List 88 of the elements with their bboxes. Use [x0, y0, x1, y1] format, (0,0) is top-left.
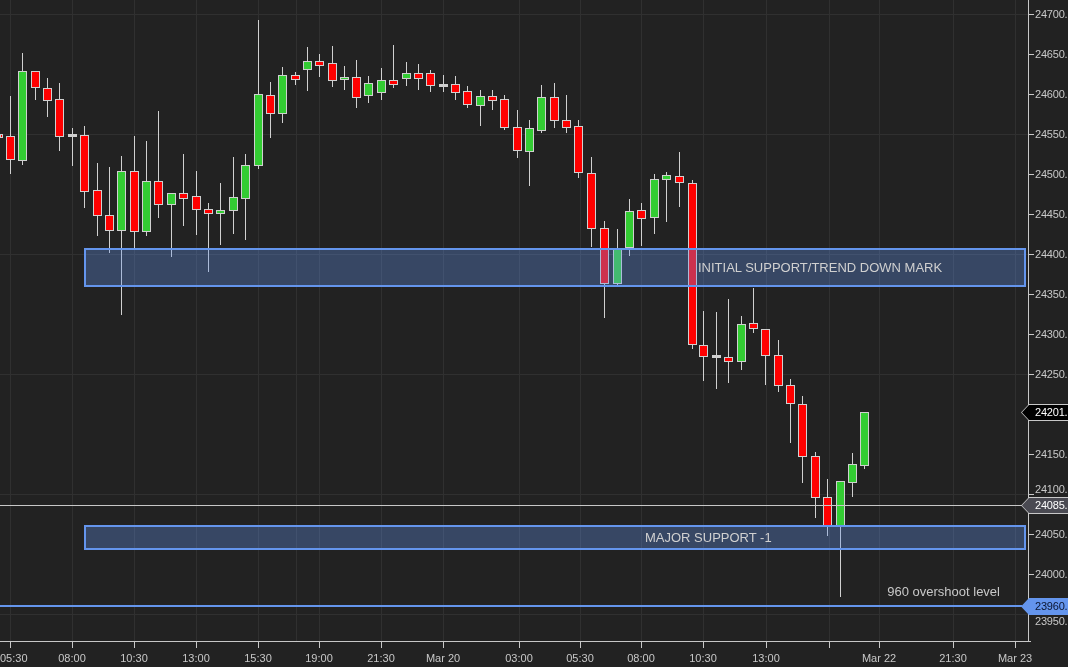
candlestick: [340, 65, 349, 91]
candlestick: [278, 66, 287, 124]
candlestick: [266, 81, 275, 139]
candlestick: [613, 228, 622, 287]
time-axis-label: 15:30: [244, 651, 272, 666]
candlestick: [699, 310, 708, 382]
candlestick: [291, 71, 300, 86]
candlestick: [537, 84, 546, 134]
candlestick: [848, 452, 857, 498]
alert-price-tag: 23960.: [1021, 598, 1068, 615]
current-price-tag: 24201.: [1021, 404, 1068, 421]
price-tag: 24085.: [1021, 497, 1068, 514]
candlestick: [562, 94, 571, 134]
price-axis-label: 24100.: [1035, 482, 1068, 496]
zone-label: INITIAL SUPPORT/TREND DOWN MARK: [698, 259, 943, 276]
candlestick: [625, 198, 634, 257]
time-axis-label: 21:30: [939, 651, 967, 666]
time-axis-label: 10:30: [120, 651, 148, 666]
candlestick: [303, 46, 312, 92]
price-axis-label: 24500.: [1035, 167, 1068, 181]
candlestick: [860, 411, 869, 470]
time-axis-label: Mar 22: [861, 651, 897, 666]
candlestick: [811, 451, 820, 519]
time-axis-label: Mar 23: [997, 651, 1033, 666]
price-axis-label: 24650.: [1035, 47, 1068, 61]
time-axis-label: 05:30: [0, 651, 28, 666]
zone-label: MAJOR SUPPORT -1: [645, 529, 772, 546]
time-axis-label: 19:00: [305, 651, 333, 666]
time-axis-label: 13:00: [182, 651, 210, 666]
line-note: 960 overshoot level: [887, 584, 1000, 599]
candlestick: [550, 82, 559, 129]
candlestick: [439, 74, 448, 93]
candlestick: [167, 192, 176, 258]
candlestick: [737, 315, 746, 371]
candlestick: [364, 75, 373, 104]
price-axis-label: 24450.: [1035, 207, 1068, 221]
candlestick: [525, 119, 534, 187]
candlestick: [774, 339, 783, 393]
candlestick: [574, 119, 583, 179]
candlestick: [414, 63, 423, 91]
time-axis-label: 13:00: [752, 651, 780, 666]
price-axis-label: 24050.: [1035, 527, 1068, 541]
price-axis-label: 24000.: [1035, 567, 1068, 581]
candlestick: [749, 287, 758, 334]
candlestick: [377, 67, 386, 101]
candlestick: [513, 109, 522, 159]
price-axis-label: 24250.: [1035, 367, 1068, 381]
candlestick: [675, 151, 684, 208]
time-axis-label: 10:30: [689, 651, 717, 666]
candlestick: [650, 173, 659, 235]
price-axis-label: 24550.: [1035, 127, 1068, 141]
candlestick: [315, 53, 324, 78]
candlestick: [216, 182, 225, 246]
candlestick: [476, 89, 485, 127]
candlestick: [426, 69, 435, 93]
candlestick: [204, 202, 213, 273]
price-axis-label: 24600.: [1035, 87, 1068, 101]
candlestick: [500, 94, 509, 131]
candlestick: [31, 70, 40, 101]
price-axis-label: 23950.: [1035, 614, 1068, 628]
time-axis-label: 05:30: [566, 651, 594, 666]
candlestick: [637, 202, 646, 247]
time-axis-label: Mar 20: [425, 651, 461, 666]
time-axis-label: 08:00: [58, 651, 86, 666]
candlestick: [68, 127, 77, 167]
price-axis-label: 24700.: [1035, 7, 1068, 21]
price-axis-label: 24350.: [1035, 287, 1068, 301]
candlestick: [389, 44, 398, 89]
candlestick: [488, 89, 497, 111]
candlestick: [55, 82, 64, 152]
candlestick: [402, 61, 411, 87]
candlestick: [662, 171, 671, 223]
price-axis-label: 24150.: [1035, 447, 1068, 461]
candlestick: [352, 59, 361, 109]
candlestick: [463, 85, 472, 109]
candlestick: [823, 478, 832, 537]
candlestick: [328, 45, 337, 88]
candlestick: [451, 75, 460, 101]
price-axis-label: 24300.: [1035, 327, 1068, 341]
time-axis-label: 21:30: [367, 651, 395, 666]
candlestick: [192, 170, 201, 236]
candlestick: [0, 134, 3, 138]
time-axis-label: 08:00: [627, 651, 655, 666]
time-axis-label: 03:00: [505, 651, 533, 666]
candlestick: [786, 378, 795, 444]
candlestick: [43, 77, 52, 118]
price-axis-label: 24400.: [1035, 247, 1068, 261]
candlestick: [761, 328, 770, 386]
